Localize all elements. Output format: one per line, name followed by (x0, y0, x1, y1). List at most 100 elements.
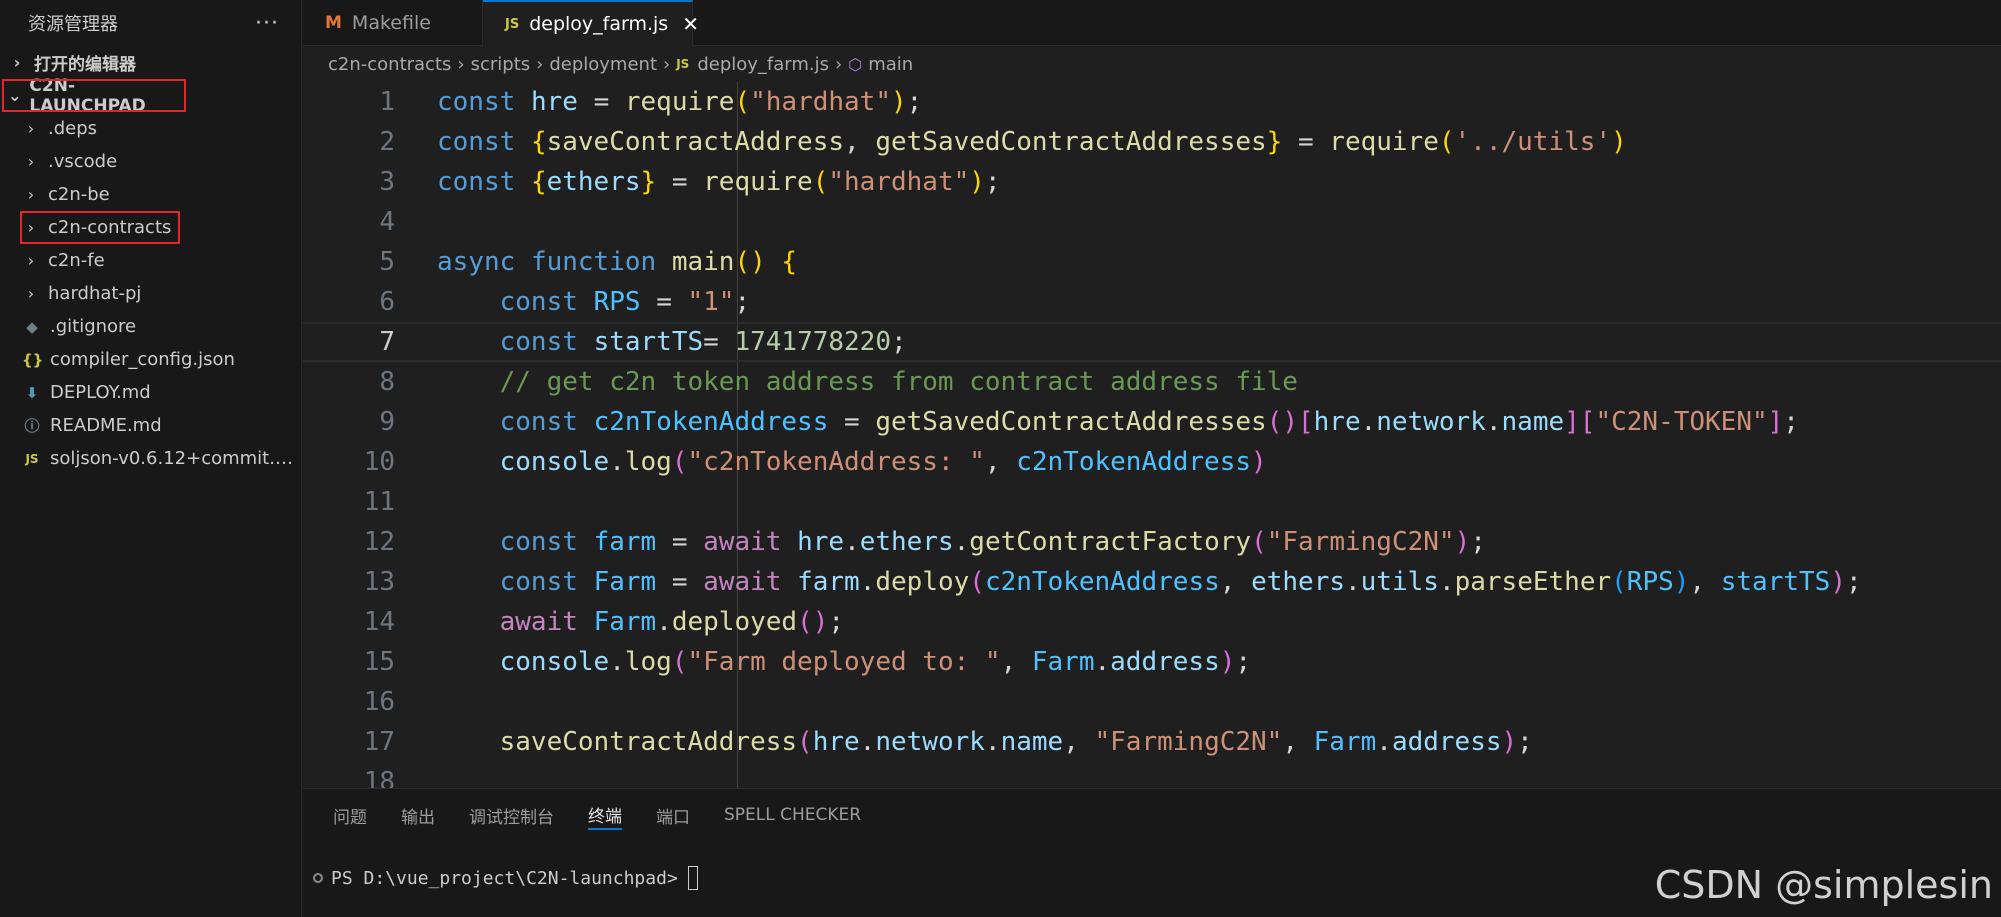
tree-item-label: compiler_config.json (50, 349, 235, 370)
tab-spell-checker[interactable]: SPELL CHECKER (724, 800, 861, 830)
tree-item-label: .gitignore (50, 316, 137, 337)
breadcrumb-item[interactable]: scripts (471, 54, 531, 75)
terminal-status-icon (313, 873, 323, 883)
code-line: 12 const farm = await hre.ethers.getCont… (303, 522, 2001, 562)
code-text: const {saveContractAddress, getSavedCont… (437, 127, 1627, 157)
code-text: const farm = await hre.ethers.getContrac… (499, 527, 1486, 557)
line-number: 15 (363, 647, 395, 677)
tab-output[interactable]: 输出 (401, 800, 435, 830)
code-text: const RPS = "1"; (499, 287, 751, 317)
tree-item-soljson[interactable]: JS soljson-v0.6.12+commit.27... (0, 442, 301, 475)
line-number: 11 (363, 487, 395, 517)
tab-problems[interactable]: 问题 (333, 800, 367, 830)
js-icon: JS (25, 451, 39, 466)
tree-item-c2n-be[interactable]: › c2n-be (0, 178, 301, 211)
chevron-down-icon: ⌄ (8, 86, 22, 105)
code-text: console.log("Farm deployed to: ", Farm.a… (499, 647, 1252, 677)
tree-item-c2n-fe[interactable]: › c2n-fe (0, 244, 301, 277)
tree-item-vscode[interactable]: › .vscode (0, 145, 301, 178)
line-number: 14 (363, 607, 395, 637)
breadcrumb-item[interactable]: deployment (549, 54, 657, 75)
explorer-title: 资源管理器 (28, 14, 118, 35)
code-text: const Farm = await farm.deploy(c2nTokenA… (499, 567, 1862, 597)
terminal-prompt: PS D:\vue_project\C2N-launchpad> (331, 867, 678, 889)
close-icon[interactable]: ✕ (682, 12, 699, 36)
tab-makefile[interactable]: M Makefile (303, 0, 483, 46)
tree-item-label: .deps (48, 118, 98, 139)
code-line: 8 // get c2n token address from contract… (303, 362, 2001, 402)
project-root-label: C2N-LAUNCHPAD (29, 75, 146, 116)
chevron-right-icon: › (27, 119, 35, 138)
line-number: 5 (379, 247, 395, 277)
chevron-right-icon: › (663, 53, 671, 75)
code-text: await Farm.deployed(); (499, 607, 845, 637)
chevron-right-icon: › (27, 251, 35, 270)
tab-terminal[interactable]: 终端 (588, 800, 622, 830)
line-number: 13 (363, 567, 395, 597)
panel-tabs: 问题 输出 调试控制台 终端 端口 SPELL CHECKER (303, 789, 2001, 841)
markdown-icon: ⬇ (25, 383, 39, 402)
code-line: 11 (303, 482, 2001, 522)
code-line: 13 const Farm = await farm.deploy(c2nTok… (303, 562, 2001, 602)
tree-item-deploy-md[interactable]: ⬇ DEPLOY.md (0, 376, 301, 409)
code-text: saveContractAddress(hre.network.name, "F… (499, 727, 1533, 757)
tab-label: deploy_farm.js (529, 13, 669, 35)
tree-item-readme[interactable]: ⓘ README.md (0, 409, 301, 442)
code-line: 14 await Farm.deployed(); (303, 602, 2001, 642)
tree-item-label: hardhat-pj (48, 283, 142, 304)
line-number: 8 (379, 367, 395, 397)
line-number: 2 (379, 127, 395, 157)
tree-item-deps[interactable]: › .deps (0, 112, 301, 145)
breadcrumb-file[interactable]: deploy_farm.js (697, 54, 829, 75)
code-line-current: 7 const startTS= 1741778220; (303, 322, 2001, 362)
chevron-right-icon: › (27, 218, 35, 237)
line-number: 4 (379, 207, 395, 237)
cube-icon: ⬡ (848, 54, 863, 74)
code-line: 3 const {ethers} = require("hardhat"); (303, 162, 2001, 202)
chevron-right-icon: › (457, 53, 465, 75)
watermark: CSDN @simplesin (1654, 863, 1993, 907)
line-number: 18 (363, 767, 395, 788)
project-root-section[interactable]: ⌄ C2N-LAUNCHPAD (2, 76, 186, 116)
tab-label: Makefile (351, 12, 431, 34)
js-icon: JS (676, 57, 690, 71)
line-number: 1 (379, 87, 395, 117)
tree-item-c2n-contracts[interactable]: › c2n-contracts (20, 211, 180, 244)
open-editors-section[interactable]: › 打开的编辑器 (0, 46, 301, 79)
terminal-line[interactable]: PS D:\vue_project\C2N-launchpad> (313, 866, 698, 890)
explorer-header: 资源管理器 ··· (0, 0, 301, 46)
more-actions-icon[interactable]: ··· (255, 11, 279, 36)
line-number: 16 (363, 687, 395, 717)
code-text: const {ethers} = require("hardhat"); (437, 167, 1001, 197)
json-icon: {} (22, 350, 44, 369)
tree-item-label: .vscode (48, 151, 118, 172)
tree-item-compiler-config[interactable]: {} compiler_config.json (0, 343, 301, 376)
code-text: const hre = require("hardhat"); (437, 87, 923, 117)
line-number: 3 (379, 167, 395, 197)
editor-tabs: M Makefile JS deploy_farm.js ✕ (303, 0, 2001, 46)
line-number: 9 (379, 407, 395, 437)
chevron-right-icon: › (27, 284, 35, 303)
code-line: 10 console.log("c2nTokenAddress: ", c2nT… (303, 442, 2001, 482)
breadcrumb-symbol[interactable]: main (868, 54, 913, 75)
code-editor[interactable]: 1 const hre = require("hardhat"); 2 const … (303, 82, 2001, 788)
chevron-right-icon: › (835, 53, 843, 75)
breadcrumb: c2n-contracts › scripts › deployment › J… (303, 46, 2001, 82)
chevron-right-icon: › (27, 152, 35, 171)
tree-item-label: c2n-fe (48, 250, 105, 271)
code-line: 16 (303, 682, 2001, 722)
tree-item-label: c2n-be (48, 184, 110, 205)
code-line: 6 const RPS = "1"; (303, 282, 2001, 322)
tree-item-gitignore[interactable]: ◆ .gitignore (0, 310, 301, 343)
breadcrumb-item[interactable]: c2n-contracts (328, 54, 451, 75)
line-number: 17 (363, 727, 395, 757)
tree-item-hardhat-pj[interactable]: › hardhat-pj (0, 277, 301, 310)
tab-ports[interactable]: 端口 (656, 800, 690, 830)
code-line: 4 (303, 202, 2001, 242)
tab-debug-console[interactable]: 调试控制台 (469, 800, 554, 830)
line-number: 12 (363, 527, 395, 557)
line-number: 10 (363, 447, 395, 477)
tab-deploy-farm[interactable]: JS deploy_farm.js ✕ (483, 0, 699, 46)
terminal-cursor (687, 866, 698, 890)
explorer-sidebar: 资源管理器 ··· › 打开的编辑器 ⌄ C2N-LAUNCHPAD › .de… (0, 0, 302, 917)
